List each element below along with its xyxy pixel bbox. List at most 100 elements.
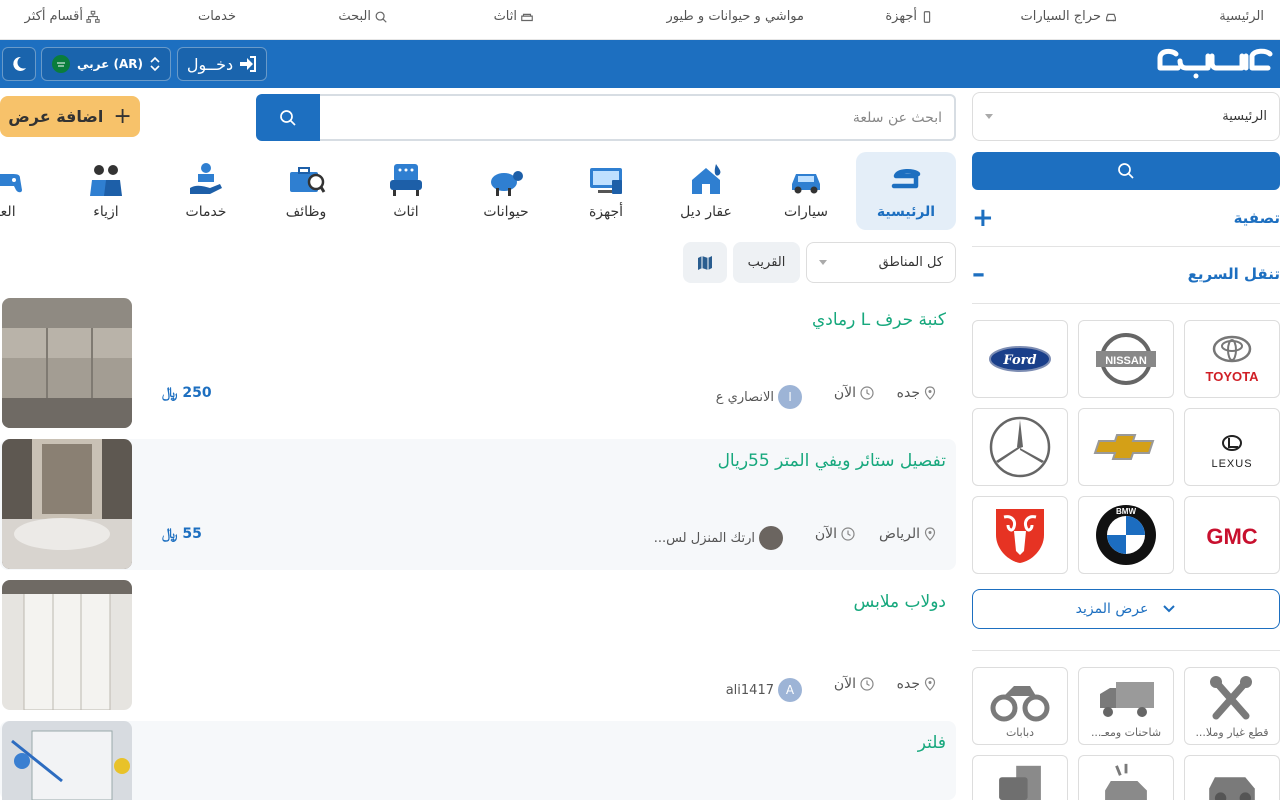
minus-icon: – bbox=[972, 259, 985, 289]
category-cars[interactable]: سيارات bbox=[756, 152, 856, 230]
search-button[interactable] bbox=[256, 94, 320, 141]
category-home[interactable]: الرئيسية bbox=[856, 152, 956, 230]
search-icon bbox=[280, 109, 296, 126]
listing-title[interactable]: تفصيل ستائر ويفي المتر 55ريال bbox=[718, 451, 946, 471]
listing-city-label: جده bbox=[896, 385, 920, 401]
listing-card[interactable]: دولاب ملابس جده الآن A ali1417 bbox=[0, 580, 956, 711]
topnav-home[interactable]: الرئيسية bbox=[1219, 9, 1264, 24]
divider bbox=[972, 246, 1280, 247]
category-real-estate[interactable]: عقار ديل bbox=[656, 152, 756, 230]
brand-gmc[interactable]: GMC bbox=[1184, 496, 1280, 574]
category-games[interactable]: العا bbox=[0, 152, 56, 230]
bmw-logo: BMW bbox=[1096, 505, 1156, 565]
tile-atv[interactable]: دبابات bbox=[972, 667, 1068, 745]
brand-ford[interactable]: Ford bbox=[972, 320, 1068, 398]
riyal-icon: ﷼ bbox=[162, 526, 178, 542]
listing-image[interactable] bbox=[2, 298, 132, 428]
sign-in-icon bbox=[240, 56, 257, 72]
add-listing-label: اضافة عرض bbox=[8, 107, 104, 126]
listing-title[interactable]: فلتر bbox=[918, 733, 946, 753]
search-input[interactable] bbox=[320, 94, 956, 141]
nissan-logo: NISSAN bbox=[1096, 333, 1156, 385]
category-fashion[interactable]: ازياء bbox=[56, 152, 156, 230]
brand-dodge-ram[interactable] bbox=[972, 496, 1068, 574]
atv-icon bbox=[990, 686, 1050, 722]
brand-chevrolet[interactable] bbox=[1078, 408, 1174, 486]
topnav-livestock[interactable]: مواشي و حيوانات و طيور bbox=[667, 9, 804, 24]
tile-label: شاحنات ومعـ... bbox=[1090, 726, 1162, 739]
topnav-cars-label: حراج السيارات bbox=[1020, 9, 1101, 24]
sidebar-search-button[interactable] bbox=[972, 152, 1280, 190]
topnav-services[interactable]: خدمات bbox=[198, 9, 236, 24]
topnav-furniture[interactable]: اثاث bbox=[494, 9, 534, 24]
listing-time: الآن bbox=[834, 385, 874, 401]
haraj-logo[interactable] bbox=[1156, 48, 1274, 80]
listing-price-value: 55 bbox=[182, 526, 202, 542]
listing-title[interactable]: كنبة حرف L رمادي bbox=[812, 310, 946, 330]
nearby-button[interactable]: القريب bbox=[733, 242, 800, 283]
category-animals[interactable]: حيوانات bbox=[456, 152, 556, 230]
quick-nav-toggle[interactable]: تنقل السريع – bbox=[972, 254, 1280, 294]
quick-nav-label: تنقل السريع bbox=[1187, 265, 1280, 283]
tile-documents[interactable] bbox=[972, 755, 1068, 800]
topnav-more[interactable]: أقسام أكثر bbox=[25, 9, 100, 24]
category-services[interactable]: خدمات bbox=[156, 152, 256, 230]
service-hand-icon bbox=[190, 163, 222, 194]
show-more-button[interactable]: عرض المزيد bbox=[972, 589, 1280, 629]
add-listing-button[interactable]: اضافة عرض + bbox=[0, 96, 140, 137]
brand-bmw[interactable]: BMW bbox=[1078, 496, 1174, 574]
tile-trucks[interactable]: شاحنات ومعـ... bbox=[1078, 667, 1174, 745]
listing-time-label: الآن bbox=[833, 385, 856, 401]
truck-icon bbox=[1100, 682, 1154, 717]
avatar: ا bbox=[778, 385, 802, 409]
category-jobs[interactable]: وظائف bbox=[256, 152, 356, 230]
theme-toggle-button[interactable] bbox=[2, 47, 36, 81]
category-devices[interactable]: أجهزة bbox=[556, 152, 656, 230]
phone-icon bbox=[923, 10, 931, 23]
tile-label: قطع غيار وملا... bbox=[1195, 726, 1269, 739]
briefcase-icon bbox=[290, 167, 326, 193]
listing-image[interactable] bbox=[2, 439, 132, 569]
divider bbox=[972, 650, 1280, 651]
listing-city: الرياض bbox=[879, 526, 936, 542]
map-button[interactable] bbox=[683, 242, 727, 283]
tile-spare-parts[interactable]: قطع غيار وملا... bbox=[1184, 667, 1280, 745]
listing-card[interactable]: تفصيل ستائر ويفي المتر 55ريال الرياض الآ… bbox=[0, 439, 956, 570]
listing-user[interactable]: ا الانصاري ع bbox=[716, 385, 802, 409]
filter-section-toggle[interactable]: تصفية + bbox=[972, 198, 1280, 238]
tile-car-sale[interactable] bbox=[1184, 755, 1280, 800]
region-select[interactable]: كل المناطق bbox=[806, 242, 956, 283]
language-selector[interactable]: عربي (AR) bbox=[41, 47, 171, 81]
tile-car-accident[interactable] bbox=[1078, 755, 1174, 800]
chevron-down-icon bbox=[1163, 605, 1176, 613]
brand-lexus[interactable]: LEXUS bbox=[1184, 408, 1280, 486]
house-icon bbox=[692, 164, 721, 194]
topnav-devices[interactable]: أجهزة bbox=[885, 9, 934, 24]
listing-user[interactable]: ارتك المنزل لس... bbox=[654, 526, 783, 550]
brand-nissan[interactable]: NISSAN bbox=[1078, 320, 1174, 398]
sidebar-section-select[interactable]: الرئيسية bbox=[972, 92, 1280, 141]
search-icon bbox=[375, 11, 387, 23]
listing-city-label: جده bbox=[896, 676, 920, 692]
location-icon bbox=[924, 527, 936, 541]
listing-title[interactable]: دولاب ملابس bbox=[853, 592, 946, 612]
listing-price: 55 ﷼ bbox=[162, 526, 202, 542]
login-button[interactable]: دخــول bbox=[177, 47, 267, 81]
listing-image[interactable] bbox=[2, 721, 132, 800]
fashion-icon bbox=[90, 165, 122, 196]
listing-card[interactable]: فلتر bbox=[0, 721, 956, 800]
topnav-search-label: البحث bbox=[338, 9, 371, 24]
brand-mercedes[interactable] bbox=[972, 408, 1068, 486]
topnav-home-label: الرئيسية bbox=[1219, 9, 1264, 24]
chevrolet-logo bbox=[1093, 434, 1155, 460]
tools-icon bbox=[1210, 676, 1252, 720]
category-furniture[interactable]: اثاث bbox=[356, 152, 456, 230]
brand-toyota[interactable]: TOYOTA bbox=[1184, 320, 1280, 398]
listing-image[interactable] bbox=[2, 580, 132, 710]
category-fashion-label: ازياء bbox=[93, 204, 119, 220]
topnav-cars[interactable]: حراج السيارات bbox=[1020, 9, 1118, 24]
listing-user[interactable]: A ali1417 bbox=[726, 678, 802, 702]
topnav-search[interactable]: البحث bbox=[338, 9, 388, 24]
riyal-icon: ﷼ bbox=[162, 385, 178, 401]
listing-card[interactable]: كنبة حرف L رمادي جده الآن ا الانصاري ع 2… bbox=[0, 298, 956, 429]
